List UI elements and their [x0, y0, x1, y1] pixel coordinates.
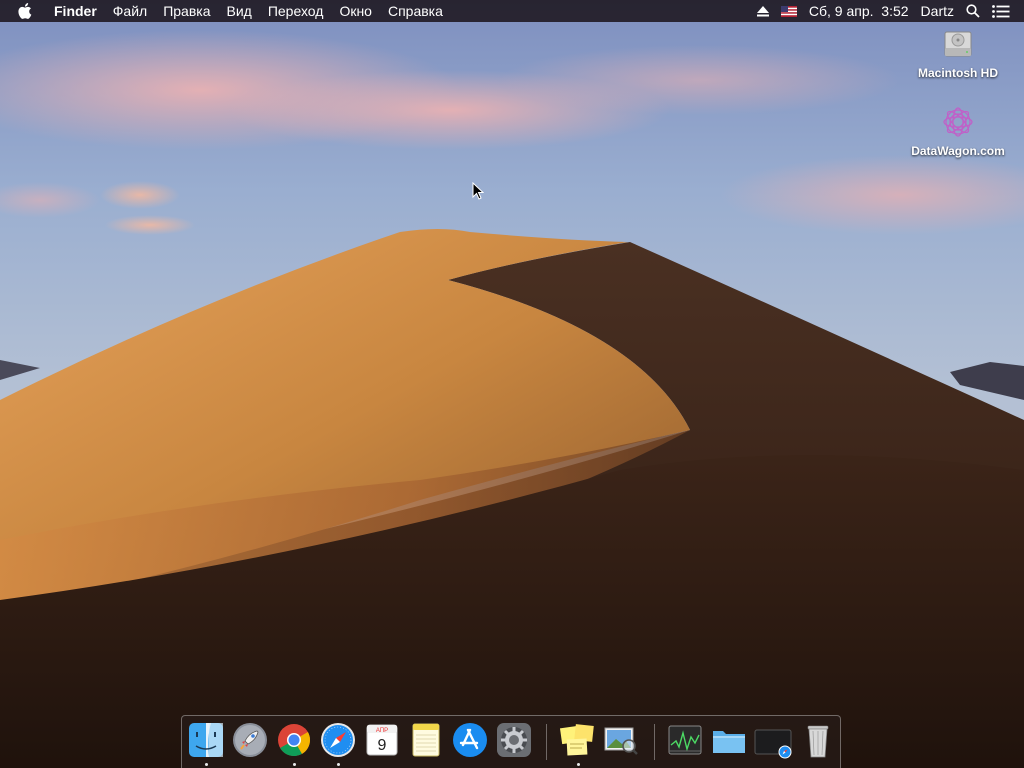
mouse-cursor-icon — [472, 182, 484, 200]
desktop-icon-label: DataWagon.com — [911, 144, 1005, 158]
menu-go[interactable]: Переход — [260, 0, 332, 22]
activity-monitor-icon — [668, 725, 702, 755]
notification-center-icon[interactable] — [986, 0, 1024, 22]
stickies-icon — [559, 724, 594, 756]
apple-logo-icon[interactable] — [18, 0, 38, 22]
menu-user-name[interactable]: Dartz — [915, 0, 960, 22]
dock-minimized-window[interactable] — [754, 721, 792, 759]
calendar-day: 9 — [378, 737, 387, 754]
menu-help[interactable]: Справка — [380, 0, 451, 22]
running-indicator — [337, 763, 340, 766]
menu-bar: Finder Файл Правка Вид Переход Окно Спра… — [0, 0, 1024, 22]
dock-app-notes[interactable] — [407, 721, 445, 759]
dock-separator — [546, 724, 547, 760]
folder-icon — [713, 731, 745, 753]
rocket-icon — [233, 723, 267, 757]
dock-app-app-store[interactable] — [451, 721, 489, 759]
preview-icon — [604, 727, 638, 755]
dock: АПР 9 — [181, 715, 841, 768]
menu-edit[interactable]: Правка — [155, 0, 218, 22]
menu-clock[interactable]: Сб, 9 апр. 3:52 — [803, 0, 915, 22]
trash-icon — [807, 725, 829, 758]
eject-icon[interactable] — [751, 0, 775, 22]
dock-app-calendar[interactable]: АПР 9 — [363, 721, 401, 759]
us-flag-input-source-icon[interactable] — [775, 0, 803, 22]
desktop-wallpaper — [0, 0, 1024, 768]
dock-app-chrome[interactable] — [275, 721, 313, 759]
dock-app-launchpad[interactable] — [231, 721, 269, 759]
calendar-icon: АПР 9 — [366, 724, 398, 756]
dock-separator — [654, 724, 655, 760]
dock-app-preview[interactable] — [602, 721, 640, 759]
menu-app-name[interactable]: Finder — [54, 0, 105, 22]
gear-icon — [497, 723, 531, 757]
desktop-icon-label: Macintosh HD — [917, 66, 998, 80]
dock-trash[interactable] — [799, 721, 837, 759]
dock-app-safari[interactable] — [319, 721, 357, 759]
desktop-icon-datawagon[interactable]: DataWagon.com — [898, 104, 1018, 158]
dock-app-finder[interactable] — [187, 721, 225, 759]
compass-icon — [321, 723, 355, 757]
notes-icon — [412, 723, 440, 757]
dock-app-system-preferences[interactable] — [495, 721, 533, 759]
network-volume-icon — [940, 104, 976, 140]
spotlight-search-icon[interactable] — [960, 0, 986, 22]
finder-icon — [189, 723, 223, 757]
chrome-icon — [278, 724, 311, 757]
menu-file[interactable]: Файл — [105, 0, 155, 22]
running-indicator — [293, 763, 296, 766]
dock-app-stickies[interactable] — [558, 721, 596, 759]
app-store-icon — [453, 723, 487, 757]
window-icon — [754, 729, 792, 759]
desktop-icon-macintosh-hd[interactable]: Macintosh HD — [898, 26, 1018, 80]
dock-folder[interactable] — [710, 721, 748, 759]
hard-drive-icon — [940, 26, 976, 62]
menu-view[interactable]: Вид — [219, 0, 260, 22]
running-indicator — [205, 763, 208, 766]
running-indicator — [577, 763, 580, 766]
calendar-month: АПР — [376, 728, 388, 734]
desktop-screen: Finder Файл Правка Вид Переход Окно Спра… — [0, 0, 1024, 768]
menu-window[interactable]: Окно — [331, 0, 380, 22]
dock-app-activity-monitor[interactable] — [666, 721, 704, 759]
